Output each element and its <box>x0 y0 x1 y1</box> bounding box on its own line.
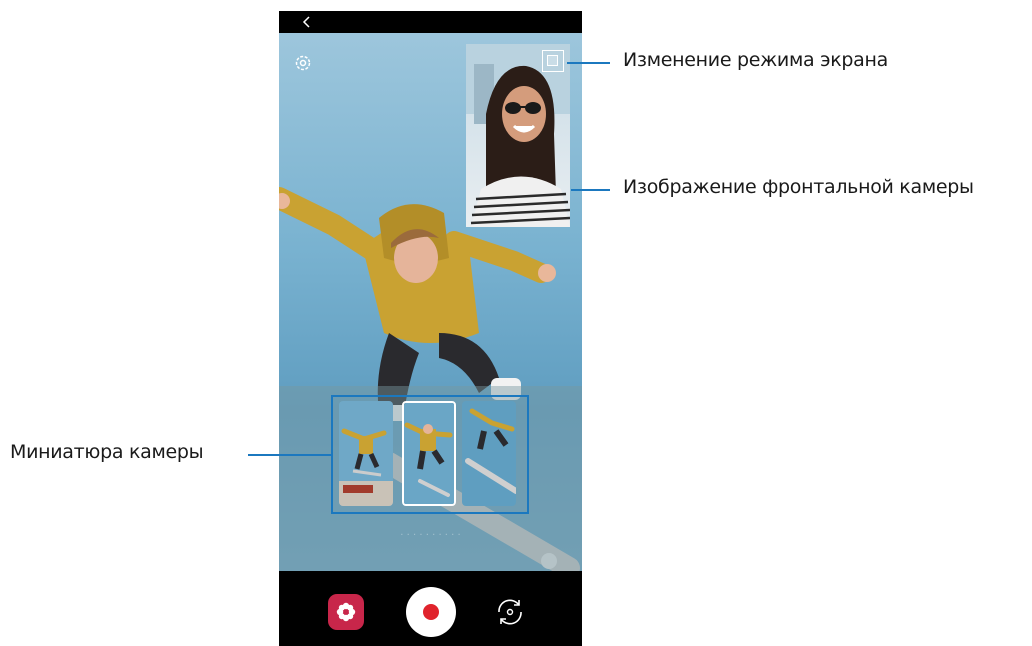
switch-camera-icon[interactable] <box>493 595 527 629</box>
screen-mode-icon-inner <box>547 55 558 66</box>
flower-icon[interactable] <box>328 594 364 630</box>
callout-screen-mode: Изменение режима экрана <box>623 49 888 71</box>
phone-screen: · · · · · · · · · · <box>279 11 582 646</box>
hint-text: · · · · · · · · · · <box>400 530 461 541</box>
callout-line-front-camera <box>571 189 610 191</box>
gear-icon[interactable] <box>293 53 313 73</box>
status-bar <box>279 11 582 33</box>
camera-controls <box>279 571 582 646</box>
chevron-left-icon[interactable] <box>299 14 315 30</box>
callout-camera-thumbnail: Миниатюра камеры <box>10 441 204 463</box>
screen-mode-icon[interactable] <box>542 50 564 72</box>
flower-glyph <box>336 602 356 622</box>
callout-line-thumbnail <box>248 454 331 456</box>
front-camera-preview[interactable] <box>466 44 570 227</box>
thumbnail-highlight-frame <box>331 395 529 514</box>
callout-line-screen-mode <box>567 62 610 64</box>
callout-front-camera: Изображение фронтальной камеры <box>623 176 974 198</box>
record-button[interactable] <box>406 587 456 637</box>
record-icon <box>423 604 439 620</box>
